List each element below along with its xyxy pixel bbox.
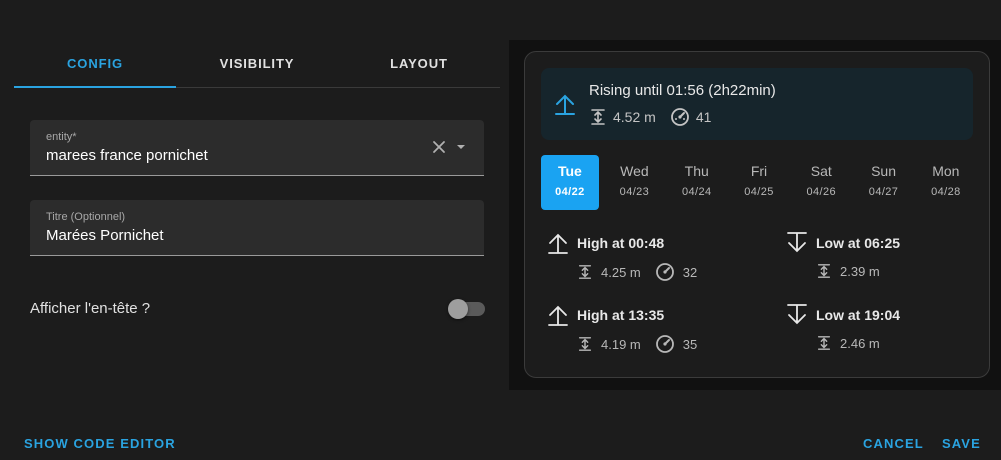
- day-tab-sat[interactable]: Sat 04/26: [790, 155, 852, 210]
- title-field-label: Titre (Optionnel): [46, 211, 126, 223]
- current-tide-status: Rising until 01:56 (2h22min): [589, 82, 776, 99]
- header-toggle-row: Afficher l'en-tête ?: [30, 296, 485, 320]
- tide-title: High at 00:48: [577, 235, 665, 251]
- dropdown-arrow-icon[interactable]: [454, 140, 468, 154]
- editor-tabs: CONFIG VISIBILITY LAYOUT: [14, 40, 500, 88]
- day-tab-wed[interactable]: Wed 04/23: [603, 155, 665, 210]
- save-button[interactable]: SAVE: [942, 436, 981, 451]
- day-date: 04/26: [806, 186, 837, 198]
- tab-layout[interactable]: LAYOUT: [338, 40, 500, 87]
- cancel-button[interactable]: CANCEL: [863, 436, 924, 451]
- arrow-up-icon: [553, 92, 577, 121]
- title-field-value[interactable]: Marées Pornichet: [46, 227, 164, 244]
- day-date: 04/23: [619, 186, 650, 198]
- entity-field-label: entity*: [46, 131, 77, 143]
- header-toggle-label: Afficher l'en-tête ?: [30, 299, 151, 317]
- tide-height-icon: [577, 263, 601, 281]
- tide-height-icon: [589, 108, 613, 126]
- entity-field[interactable]: entity* marees france pornichet: [30, 120, 484, 176]
- tide-height-icon: [577, 335, 601, 353]
- tide-coefficient: 32: [682, 264, 698, 280]
- tide-card-preview: Rising until 01:56 (2h22min) 4.52 m 41 T…: [524, 51, 990, 378]
- current-tide-banner: Rising until 01:56 (2h22min) 4.52 m 41: [541, 68, 973, 140]
- day-date: 04/27: [868, 186, 899, 198]
- header-toggle-switch[interactable]: [448, 298, 485, 319]
- day-tab-sun[interactable]: Sun 04/27: [852, 155, 914, 210]
- current-tide-height: 4.52 m: [613, 109, 656, 125]
- day-name: Thu: [684, 163, 709, 179]
- day-date: 04/25: [744, 186, 774, 198]
- tab-config[interactable]: CONFIG: [14, 40, 176, 88]
- day-name: Mon: [932, 163, 960, 179]
- day-date: 04/28: [931, 186, 961, 198]
- current-tide-coefficient: 41: [695, 109, 712, 125]
- tide-height: 4.19 m: [601, 336, 641, 352]
- coefficient-gauge-icon: [655, 334, 683, 354]
- day-date: 04/22: [555, 186, 585, 198]
- day-tab-thu[interactable]: Thu 04/24: [666, 155, 728, 210]
- entity-field-value[interactable]: marees france pornichet: [46, 147, 208, 164]
- show-code-editor-button[interactable]: SHOW CODE EDITOR: [24, 436, 176, 451]
- day-tab-mon[interactable]: Mon 04/28: [915, 155, 977, 210]
- tide-title: High at 13:35: [577, 307, 665, 323]
- day-tab-fri[interactable]: Fri 04/25: [728, 155, 790, 210]
- tide-height: 2.46 m: [840, 335, 880, 351]
- low-tide-arrow-icon: [786, 304, 808, 331]
- tide-title: Low at 19:04: [816, 307, 901, 323]
- coefficient-gauge-icon: [655, 262, 683, 282]
- clear-icon[interactable]: [432, 140, 446, 154]
- tide-height: 4.25 m: [601, 264, 641, 280]
- day-name: Fri: [750, 163, 768, 179]
- low-tide-arrow-icon: [786, 232, 808, 259]
- tab-visibility[interactable]: VISIBILITY: [176, 40, 338, 87]
- day-name: Sun: [871, 163, 897, 179]
- high-tide-arrow-icon: [547, 304, 569, 331]
- day-selector: Tue 04/22 Wed 04/23 Thu 04/24 Fri 04/25 …: [541, 155, 977, 210]
- coefficient-gauge-icon: [670, 107, 696, 127]
- tide-height-icon: [816, 334, 840, 352]
- tide-title: Low at 06:25: [816, 235, 901, 251]
- high-tide-arrow-icon: [547, 232, 569, 259]
- day-name: Wed: [620, 163, 649, 179]
- day-tab-tue[interactable]: Tue 04/22: [541, 155, 599, 210]
- tide-height: 2.39 m: [840, 263, 880, 279]
- tide-height-icon: [816, 262, 840, 280]
- day-name: Sat: [810, 163, 832, 179]
- title-field[interactable]: Titre (Optionnel) Marées Pornichet: [30, 200, 484, 256]
- day-name: Tue: [557, 163, 582, 179]
- tide-coefficient: 35: [682, 336, 698, 352]
- day-date: 04/24: [681, 186, 712, 198]
- toggle-thumb: [448, 299, 468, 319]
